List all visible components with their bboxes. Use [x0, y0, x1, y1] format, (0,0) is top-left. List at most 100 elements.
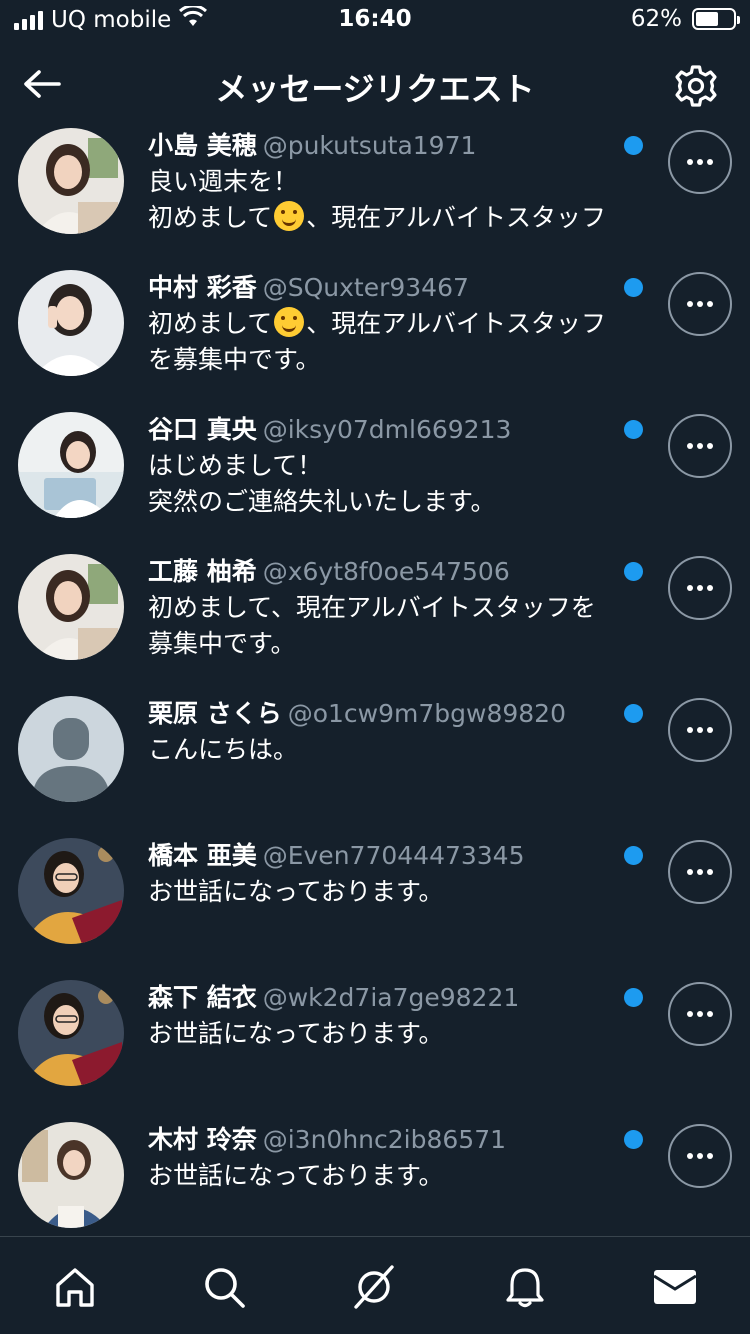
avatar[interactable] — [18, 1122, 124, 1228]
sender-name: 橋本 亜美 — [148, 841, 257, 870]
sender-handle: @SQuxter93467 — [262, 273, 469, 302]
status-right: 62% — [630, 6, 740, 32]
request-texts: 栗原 さくら @o1cw9m7bgw89820 こんにちは。 — [148, 696, 638, 768]
sender-line: 木村 玲奈 @i3n0hnc2ib86571 — [148, 1122, 638, 1158]
sender-line: 橋本 亜美 @Even77044473345 — [148, 838, 638, 874]
sender-name: 森下 結衣 — [148, 983, 257, 1012]
more-options-button[interactable] — [668, 272, 732, 336]
search-icon — [205, 1268, 245, 1308]
battery-fill — [696, 12, 719, 26]
message-preview: はじめまして！ — [148, 451, 323, 480]
sender-handle: @iksy07dml669213 — [262, 415, 512, 444]
message-preview: お世話になっております。 — [148, 877, 444, 906]
request-texts: 谷口 真央 @iksy07dml669213 はじめまして！ 突然のご連絡失礼いた… — [148, 412, 638, 520]
status-bar: UQ mobile 16:40 62% — [0, 0, 750, 42]
sender-line: 森下 結衣 @wk2d7ia7ge98221 — [148, 980, 638, 1016]
unread-dot-icon — [624, 420, 643, 439]
smiling-face-emoji-icon — [274, 307, 305, 337]
sender-line: 中村 彩香 @SQuxter93467 — [148, 270, 638, 306]
gear-icon — [675, 65, 717, 107]
message-preview: を募集中です。 — [148, 345, 321, 374]
message-preview: 初めまして 、現在アルバイトスタッフ — [148, 200, 638, 236]
list-item[interactable]: 工藤 柚希 @x6yt8f0oe547506 初めまして、現在アルバイトスタッフを… — [0, 550, 750, 692]
sender-handle: @wk2d7ia7ge98221 — [262, 983, 520, 1012]
unread-dot-icon — [624, 704, 643, 723]
sender-handle: @pukutsuta1971 — [262, 131, 477, 160]
sender-name: 小島 美穂 — [148, 131, 257, 160]
unread-dot-icon — [624, 1130, 643, 1149]
sender-handle: @o1cw9m7bgw89820 — [287, 699, 566, 728]
message-preview: こんにちは。 — [148, 735, 299, 764]
message-preview: 初めまして 、現在アルバイトスタッフ — [148, 306, 638, 342]
unread-dot-icon — [624, 562, 643, 581]
envelope-icon — [653, 1270, 697, 1304]
request-texts: 工藤 柚希 @x6yt8f0oe547506 初めまして、現在アルバイトスタッフを… — [148, 554, 638, 662]
more-options-button[interactable] — [668, 556, 732, 620]
sender-name: 中村 彩香 — [148, 273, 257, 302]
home-icon — [56, 1268, 94, 1307]
sender-name: 栗原 さくら — [148, 699, 282, 728]
avatar[interactable] — [18, 838, 124, 944]
more-options-button[interactable] — [668, 414, 732, 478]
request-texts: 中村 彩香 @SQuxter93467 初めまして 、現在アルバイトスタッフ を募集… — [148, 270, 638, 378]
tab-home[interactable] — [49, 1261, 101, 1313]
avatar[interactable] — [18, 270, 124, 376]
settings-button[interactable] — [672, 62, 720, 110]
avatar[interactable] — [18, 412, 124, 518]
message-text: 、現在アルバイトスタッフ — [306, 203, 607, 232]
sender-line: 谷口 真央 @iksy07dml669213 — [148, 412, 638, 448]
more-options-button[interactable] — [668, 840, 732, 904]
list-item[interactable]: 森下 結衣 @wk2d7ia7ge98221 お世話になっております。 — [0, 976, 750, 1118]
sender-line: 小島 美穂 @pukutsuta1971 — [148, 128, 638, 164]
message-preview: お世話になっております。 — [148, 1019, 444, 1048]
header: メッセージリクエスト — [0, 48, 750, 120]
message-text: 初めまして — [148, 203, 273, 232]
list-item[interactable]: 谷口 真央 @iksy07dml669213 はじめまして！ 突然のご連絡失礼いた… — [0, 408, 750, 550]
sender-handle: @x6yt8f0oe547506 — [262, 557, 510, 586]
default-avatar-icon[interactable] — [18, 696, 124, 802]
tab-messages[interactable] — [649, 1261, 701, 1313]
message-preview: 良い週末を！ — [148, 167, 299, 196]
sender-name: 谷口 真央 — [148, 415, 257, 444]
sender-name: 工藤 柚希 — [148, 557, 257, 586]
request-texts: 小島 美穂 @pukutsuta1971 良い週末を！ 初めまして 、現在アルバイト… — [148, 128, 638, 236]
avatar[interactable] — [18, 128, 124, 234]
bottom-tab-bar — [0, 1236, 750, 1334]
message-preview: 初めまして、現在アルバイトスタッフを — [148, 593, 596, 622]
battery-percent: 62% — [630, 6, 682, 32]
list-item[interactable]: 橋本 亜美 @Even77044473345 お世話になっております。 — [0, 834, 750, 976]
list-item[interactable]: 栗原 さくら @o1cw9m7bgw89820 こんにちは。 — [0, 692, 750, 834]
more-options-button[interactable] — [668, 698, 732, 762]
unread-dot-icon — [624, 136, 643, 155]
message-text: 、現在アルバイトスタッフ — [306, 309, 607, 338]
sender-line: 工藤 柚希 @x6yt8f0oe547506 — [148, 554, 638, 590]
page-title: メッセージリクエスト — [215, 70, 535, 108]
sender-line: 栗原 さくら @o1cw9m7bgw89820 — [148, 696, 638, 732]
sender-name: 木村 玲奈 — [148, 1125, 257, 1154]
request-texts: 橋本 亜美 @Even77044473345 お世話になっております。 — [148, 838, 638, 910]
more-options-button[interactable] — [668, 982, 732, 1046]
message-preview: 募集中です。 — [148, 629, 296, 658]
list-item[interactable]: 中村 彩香 @SQuxter93467 初めまして 、現在アルバイトスタッフ を募集… — [0, 266, 750, 408]
spaces-icon — [354, 1265, 394, 1309]
avatar[interactable] — [18, 980, 124, 1086]
unread-dot-icon — [624, 988, 643, 1007]
list-item[interactable]: 小島 美穂 @pukutsuta1971 良い週末を！ 初めまして 、現在アルバイト… — [0, 124, 750, 266]
request-texts: 森下 結衣 @wk2d7ia7ge98221 お世話になっております。 — [148, 980, 638, 1052]
sender-handle: @i3n0hnc2ib86571 — [262, 1125, 507, 1154]
unread-dot-icon — [624, 846, 643, 865]
request-texts: 木村 玲奈 @i3n0hnc2ib86571 お世話になっております。 — [148, 1122, 638, 1194]
avatar[interactable] — [18, 554, 124, 660]
message-preview: お世話になっております。 — [148, 1161, 444, 1190]
unread-dot-icon — [624, 278, 643, 297]
more-options-button[interactable] — [668, 130, 732, 194]
more-options-button[interactable] — [668, 1124, 732, 1188]
tab-notifications[interactable] — [499, 1261, 551, 1313]
message-preview: 突然のご連絡失礼いたします。 — [148, 487, 496, 516]
tab-search[interactable] — [198, 1261, 250, 1313]
message-text: 初めまして — [148, 309, 273, 338]
smiling-face-emoji-icon — [274, 201, 305, 231]
tab-spaces[interactable] — [348, 1261, 400, 1313]
message-request-list: 小島 美穂 @pukutsuta1971 良い週末を！ 初めまして 、現在アルバイト… — [0, 124, 750, 1260]
battery-icon — [692, 8, 740, 30]
